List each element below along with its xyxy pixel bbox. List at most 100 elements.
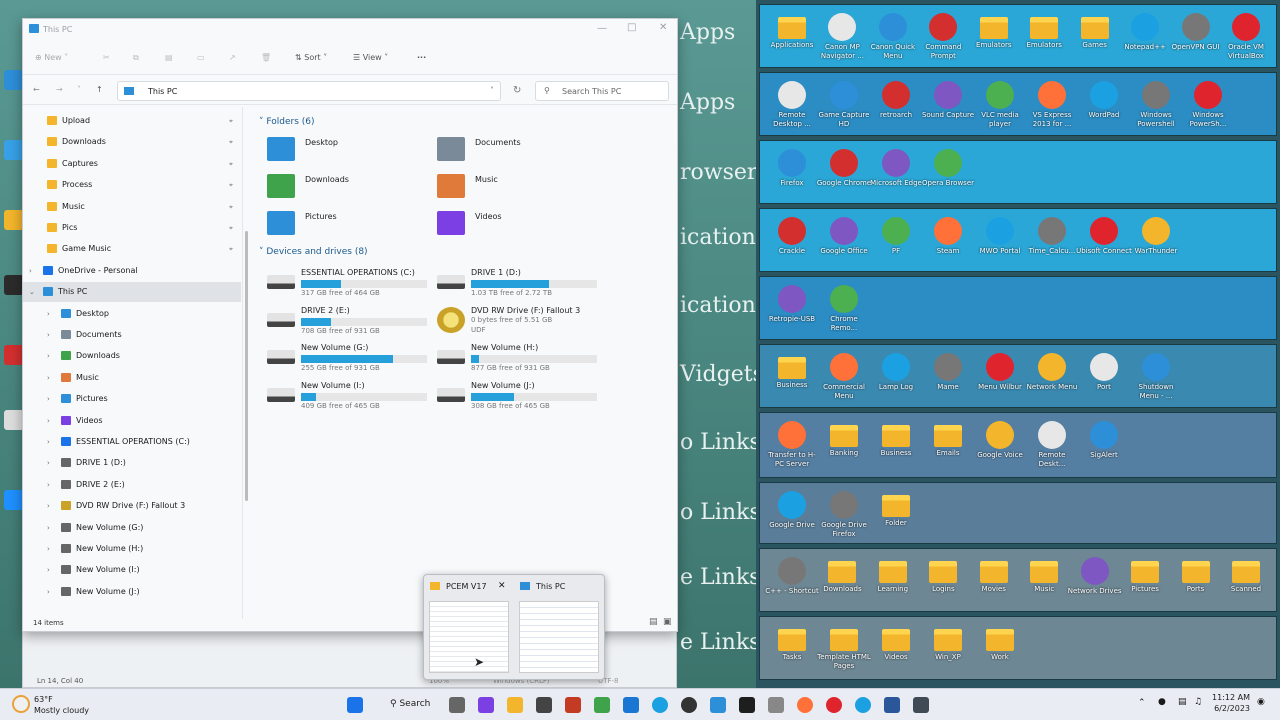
folder-tile[interactable]: Music bbox=[429, 170, 609, 204]
view-button[interactable]: ☰ View ˅ bbox=[353, 53, 388, 62]
desktop-shortcut[interactable]: Google Drive bbox=[764, 491, 820, 530]
chevron-icon[interactable]: › bbox=[47, 432, 50, 452]
drives-section-header[interactable]: ˅ Devices and drives (8) bbox=[259, 247, 368, 257]
chevron-icon[interactable]: ⌄ bbox=[29, 282, 35, 302]
desktop-shortcut[interactable]: Windows Powershell bbox=[1128, 81, 1184, 129]
back-button[interactable]: ← bbox=[33, 85, 40, 94]
desktop-shortcut[interactable]: Commercial Menu bbox=[816, 353, 872, 401]
file-explorer-window[interactable]: This PC — □ ✕ ⊕ New ˅ ✂ ⧉ ▤ ▭ ↗ 🗑 ⇅ Sort… bbox=[22, 18, 678, 632]
clock-time[interactable]: 11:12 AM bbox=[1210, 693, 1250, 702]
chevron-icon[interactable]: › bbox=[47, 368, 50, 388]
desktop-icon[interactable] bbox=[4, 70, 24, 90]
preview-tab-this-pc[interactable]: This PC bbox=[536, 582, 565, 591]
desktop-shortcut[interactable]: Canon Quick Menu bbox=[865, 13, 921, 61]
desktop-shortcut[interactable]: Shutdown Menu - ... bbox=[1128, 353, 1184, 401]
desktop-shortcut[interactable]: Steam bbox=[920, 217, 976, 256]
forward-button[interactable]: → bbox=[56, 85, 63, 94]
store-icon[interactable] bbox=[536, 697, 552, 713]
desktop-shortcut[interactable]: Logins bbox=[915, 557, 971, 594]
preview-tab-pcem[interactable]: PCEM V17 bbox=[446, 582, 487, 591]
desktop-shortcut[interactable]: SigAlert bbox=[1076, 421, 1132, 460]
desktop-shortcut[interactable]: Oracle VM VirtualBox bbox=[1218, 13, 1274, 61]
nav-item[interactable]: › DVD RW Drive (F:) Fallout 3 bbox=[23, 496, 241, 516]
edge-icon[interactable] bbox=[855, 697, 871, 713]
desktop-shortcut[interactable]: Work bbox=[972, 625, 1028, 662]
desktop-shortcut[interactable]: Mame bbox=[920, 353, 976, 392]
desktop-shortcut[interactable]: Network Drives bbox=[1067, 557, 1123, 596]
search-input[interactable]: ⚲ Search This PC bbox=[535, 81, 669, 101]
desktop-shortcut[interactable]: VS Express 2013 for ... bbox=[1024, 81, 1080, 129]
chevron-icon[interactable]: › bbox=[47, 346, 50, 366]
desktop-shortcut[interactable]: VLC media player bbox=[972, 81, 1028, 129]
drive-tile[interactable]: New Volume (I:) 409 GB free of 465 GB bbox=[261, 380, 441, 414]
desktop-shortcut[interactable]: Google Drive Firefox bbox=[816, 491, 872, 539]
file-explorer-icon[interactable] bbox=[507, 697, 523, 713]
folders-section-header[interactable]: ˅ Folders (6) bbox=[259, 117, 315, 127]
desktop-shortcut[interactable]: Command Prompt bbox=[915, 13, 971, 61]
nav-item[interactable]: › New Volume (H:) bbox=[23, 539, 241, 559]
powershell-icon[interactable] bbox=[884, 697, 900, 713]
weather-icon[interactable] bbox=[12, 695, 30, 713]
desktop-shortcut[interactable]: Sound Capture bbox=[920, 81, 976, 120]
desktop-shortcut[interactable]: Google Chrome bbox=[816, 149, 872, 188]
drive-tile[interactable]: New Volume (J:) 308 GB free of 465 GB bbox=[431, 380, 611, 414]
desktop-shortcut[interactable]: Template HTML Pages bbox=[816, 625, 872, 671]
drive-tile[interactable]: New Volume (G:) 255 GB free of 931 GB bbox=[261, 342, 441, 376]
desktop-icon[interactable] bbox=[4, 410, 24, 430]
firefox-icon[interactable] bbox=[797, 697, 813, 713]
drive-tile[interactable]: DRIVE 1 (D:) 1.03 TB free of 2.72 TB bbox=[431, 267, 611, 301]
recent-dropdown[interactable]: ˅ bbox=[77, 85, 81, 94]
nav-item[interactable]: Downloads ⌖ bbox=[23, 132, 241, 152]
desktop-shortcut[interactable]: OpenVPN GUI bbox=[1168, 13, 1224, 52]
desktop-shortcut[interactable]: Applications bbox=[764, 13, 820, 50]
desktop-icon[interactable] bbox=[4, 140, 24, 160]
taskbar-preview[interactable]: PCEM V17 ✕ This PC ➤ bbox=[423, 574, 605, 680]
nav-item[interactable]: › Desktop bbox=[23, 304, 241, 324]
desktop-shortcut[interactable]: Port bbox=[1076, 353, 1132, 392]
folder-tile[interactable]: Videos bbox=[429, 207, 609, 241]
chevron-icon[interactable]: › bbox=[47, 560, 50, 580]
chevron-icon[interactable]: › bbox=[47, 539, 50, 559]
desktop-shortcut[interactable]: Pictures bbox=[1117, 557, 1173, 594]
nav-item[interactable]: › DRIVE 2 (E:) bbox=[23, 475, 241, 495]
edge-icon[interactable] bbox=[652, 697, 668, 713]
chat-icon[interactable] bbox=[478, 697, 494, 713]
chevron-up-icon[interactable]: ⌃ bbox=[1138, 698, 1146, 708]
chevron-icon[interactable]: › bbox=[47, 518, 50, 538]
refresh-icon[interactable]: ↻ bbox=[513, 85, 521, 96]
nav-item[interactable]: › Documents bbox=[23, 325, 241, 345]
more-options-button[interactable]: ··· bbox=[417, 53, 426, 62]
desktop-shortcut[interactable]: Scanned bbox=[1218, 557, 1274, 594]
desktop-shortcut[interactable]: Win_XP bbox=[920, 625, 976, 662]
desktop-shortcut[interactable]: Lamp Log bbox=[868, 353, 924, 392]
desktop-shortcut[interactable]: Games bbox=[1067, 13, 1123, 50]
folder-tile[interactable]: Documents bbox=[429, 133, 609, 167]
task-view-icon[interactable] bbox=[449, 697, 465, 713]
preview-thumbnail[interactable] bbox=[519, 601, 599, 673]
up-button[interactable]: ↑ bbox=[96, 85, 103, 94]
desktop-shortcut[interactable]: Emulators bbox=[1016, 13, 1072, 50]
desktop-shortcut[interactable]: Google Voice bbox=[972, 421, 1028, 460]
folder-tile[interactable]: Pictures bbox=[259, 207, 439, 241]
desktop-shortcut[interactable]: Transfer to H-PC Server bbox=[764, 421, 820, 469]
desktop-shortcut[interactable]: Folder bbox=[868, 491, 924, 528]
microphone-icon[interactable]: ● bbox=[1158, 697, 1166, 707]
tiles-view-icon[interactable]: ▣ bbox=[663, 617, 672, 627]
chevron-icon[interactable]: › bbox=[47, 411, 50, 431]
desktop-shortcut[interactable]: Game Capture HD bbox=[816, 81, 872, 129]
chevron-icon[interactable]: › bbox=[47, 304, 50, 324]
address-bar[interactable]: This PC ˅ ↻ bbox=[117, 81, 521, 101]
mail-icon[interactable] bbox=[623, 697, 639, 713]
desktop-icon[interactable] bbox=[4, 275, 24, 295]
desktop-shortcut[interactable]: Network Menu bbox=[1024, 353, 1080, 392]
desktop-shortcut[interactable]: WordPad bbox=[1076, 81, 1132, 120]
nav-item[interactable]: Game Music ⌖ bbox=[23, 239, 241, 259]
nav-item[interactable]: › ESSENTIAL OPERATIONS (C:) bbox=[23, 432, 241, 452]
desktop-icon[interactable] bbox=[4, 490, 24, 510]
desktop-icon[interactable] bbox=[4, 210, 24, 230]
desktop-shortcut[interactable]: Ubisoft Connect bbox=[1076, 217, 1132, 256]
desktop-shortcut[interactable]: retroarch bbox=[868, 81, 924, 120]
desktop-shortcut[interactable]: Videos bbox=[868, 625, 924, 662]
desktop-shortcut[interactable]: Firefox bbox=[764, 149, 820, 188]
chevron-icon[interactable]: › bbox=[47, 453, 50, 473]
